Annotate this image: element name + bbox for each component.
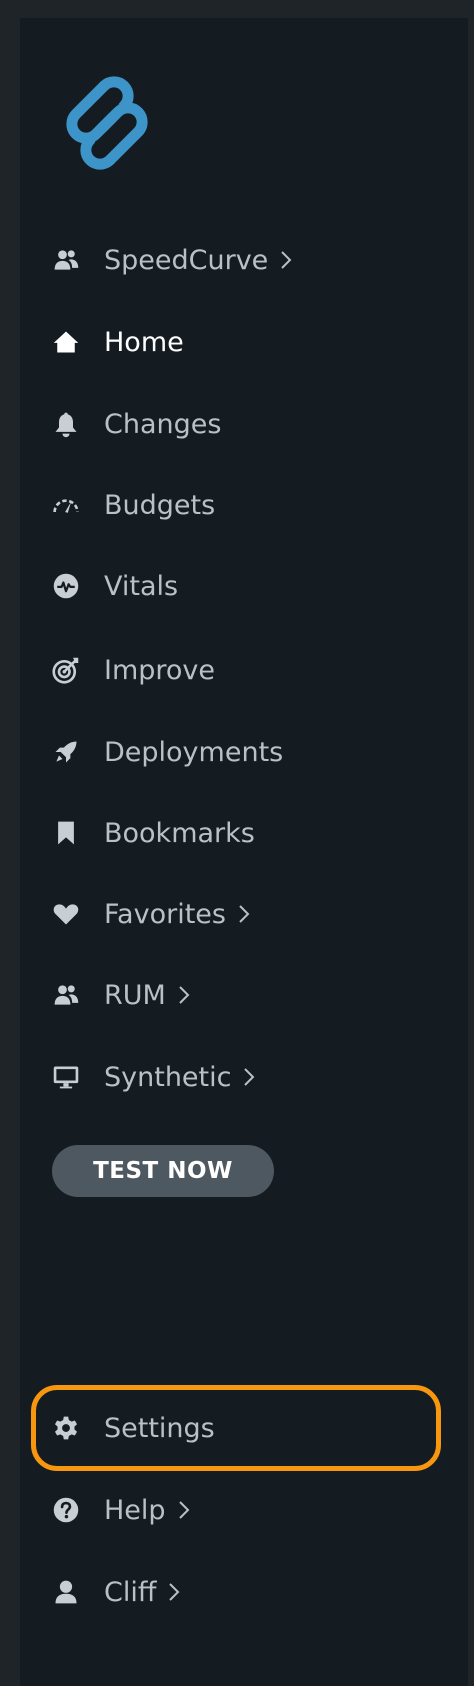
nav-item-label: SpeedCurve [104,244,269,276]
home-icon [50,326,82,358]
monitor-icon [50,1061,82,1093]
nav-item-improve[interactable]: Improve [50,644,215,696]
nav-item-label: Changes [104,408,222,440]
chevron-right-icon [168,1581,182,1603]
nav-item-settings[interactable]: Settings [50,1402,215,1454]
nav-item-label: Synthetic [104,1061,232,1093]
nav-item-label: Vitals [104,570,179,602]
chevron-right-icon [280,249,294,271]
nav-item-label: Budgets [104,489,216,521]
nav-item-budgets[interactable]: Budgets [50,479,215,531]
nav-item-label: Bookmarks [104,817,255,849]
nav-item-label: RUM [104,979,166,1011]
test-now-button[interactable]: TEST NOW [52,1145,274,1197]
nav-item-label: Home [104,326,184,358]
bookmark-icon [50,817,82,849]
nav-item-deployments[interactable]: Deployments [50,726,283,778]
speedcurve-logo-icon[interactable] [52,68,162,178]
nav-item-help[interactable]: Help [50,1484,192,1536]
users-icon [50,979,82,1011]
nav-item-label: Help [104,1494,166,1526]
nav-item-synthetic[interactable]: Synthetic [50,1051,257,1103]
nav-item-home[interactable]: Home [50,316,184,368]
chevron-right-icon [178,984,192,1006]
nav-item-label: Deployments [104,736,284,768]
sidebar: SpeedCurve Home Changes Budgets Vitals I [20,18,468,1686]
nav-item-vitals[interactable]: Vitals [50,560,178,612]
chevron-right-icon [178,1499,192,1521]
nav-item-label: Cliff [104,1576,157,1608]
nav-item-favorites[interactable]: Favorites [50,888,252,940]
nav-item-label: Improve [104,654,216,686]
nav-item-label: Settings [104,1412,215,1444]
chevron-right-icon [238,903,252,925]
nav-item-speedcurve[interactable]: SpeedCurve [50,234,294,286]
nav-item-label: Favorites [104,898,226,930]
users-icon [50,244,82,276]
chevron-right-icon [243,1066,257,1088]
heart-icon [50,898,82,930]
nav-item-rum[interactable]: RUM [50,969,192,1021]
nav-item-bookmarks[interactable]: Bookmarks [50,807,255,859]
user-icon [50,1576,82,1608]
nav-item-user[interactable]: Cliff [50,1566,182,1618]
bell-icon [50,408,82,440]
heartbeat-icon [50,570,82,602]
question-circle-icon [50,1494,82,1526]
target-icon [50,654,82,686]
gear-icon [50,1412,82,1444]
nav-item-changes[interactable]: Changes [50,398,221,450]
gauge-icon [50,489,82,521]
rocket-icon [50,736,82,768]
